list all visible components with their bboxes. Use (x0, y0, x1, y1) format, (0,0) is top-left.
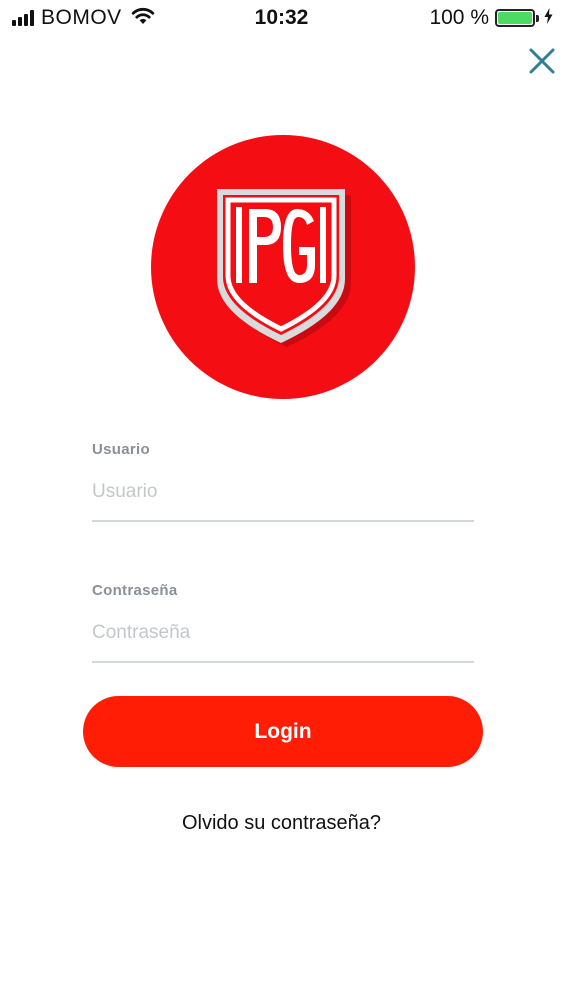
password-input[interactable] (92, 621, 474, 645)
login-button[interactable]: Login (83, 696, 483, 767)
battery-percent: 100 % (429, 6, 489, 29)
charging-bolt-icon (544, 7, 553, 29)
battery-icon (495, 9, 535, 27)
password-field: Contraseña (92, 582, 474, 663)
battery-cap (536, 14, 539, 22)
username-field: Usuario (92, 441, 474, 522)
password-underline (92, 661, 474, 663)
password-label: Contraseña (92, 582, 178, 599)
app-logo: PG (151, 135, 415, 399)
status-bar: BOMOV 10:32 100 % (0, 0, 563, 38)
close-icon (529, 48, 555, 74)
status-bar-right: 100 % (429, 6, 553, 30)
battery-fill (498, 12, 532, 24)
login-screen: BOMOV 10:32 100 % Usuario Usuario Contra… (0, 0, 563, 1000)
username-underline (92, 520, 474, 522)
close-button[interactable] (525, 44, 559, 78)
forgot-password-link[interactable]: Olvido su contraseña? (0, 812, 563, 835)
shield-logo-icon (217, 189, 351, 347)
username-label: Usuario (92, 441, 150, 458)
username-input[interactable] (92, 480, 474, 504)
